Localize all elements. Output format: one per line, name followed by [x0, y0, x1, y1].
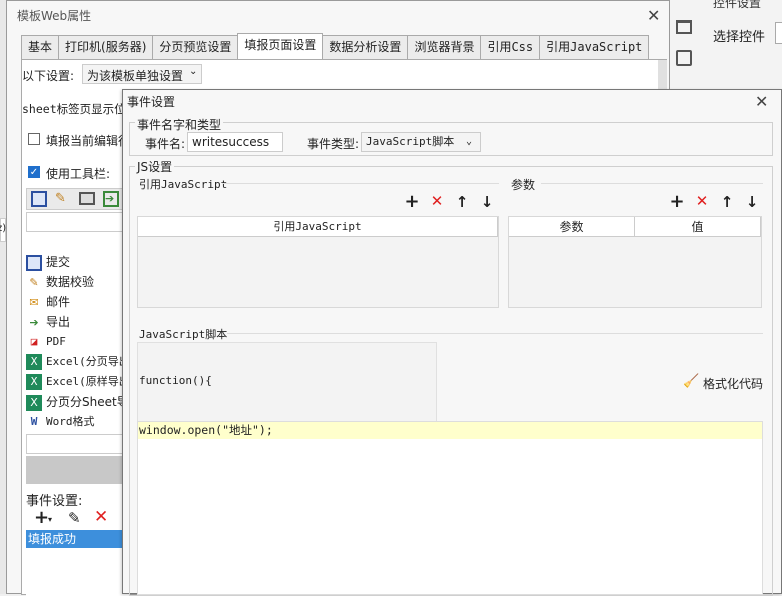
toolbar-item-excel-page[interactable]: X Excel(分页导出 — [26, 352, 130, 372]
broom-icon[interactable]: 🧹 — [683, 374, 699, 389]
excel-icon: X — [26, 394, 42, 411]
control-settings-label: 控件设置 — [713, 0, 762, 10]
sheet-label: sheet标签页显示位 — [22, 102, 126, 116]
tab-page-preview[interactable]: 分页预览设置 — [152, 35, 239, 59]
tab-fill-page[interactable]: 填报页面设置 — [237, 33, 324, 59]
event-type-select[interactable]: JavaScript脚本 ⌄ — [361, 132, 481, 152]
chevron-down-icon: ⌄ — [466, 136, 473, 147]
add-icon[interactable]: + — [669, 193, 685, 211]
chevron-down-icon: ⌄ — [189, 66, 198, 77]
ref-js-col-header: 引用JavaScript — [138, 217, 498, 237]
left-edge-text: z) — [0, 223, 7, 234]
code-line: window.open("地址"); — [138, 422, 762, 439]
toolbar-item-export[interactable]: ➔ 导出 — [26, 312, 70, 332]
excel-icon: X — [26, 354, 42, 370]
divider — [541, 183, 763, 184]
toolbar-list-footer — [26, 456, 130, 484]
ref-js-table[interactable]: 引用JavaScript — [137, 216, 499, 308]
params-table[interactable]: 参数 值 — [508, 216, 762, 308]
tab-data-analysis[interactable]: 数据分析设置 — [322, 35, 409, 59]
arrow-down-icon[interactable]: ↓ — [744, 194, 760, 210]
arrow-down-icon[interactable]: ↓ — [479, 194, 495, 210]
print-icon[interactable] — [79, 192, 95, 205]
toolbar-list-blank — [26, 434, 130, 454]
delete-icon[interactable]: ✕ — [694, 193, 710, 209]
word-icon: W — [30, 415, 38, 428]
tab-basic[interactable]: 基本 — [21, 35, 60, 59]
save-icon[interactable] — [31, 191, 47, 207]
name-type-group-label: 事件名字和类型 — [135, 116, 224, 133]
toolbar-item-mail[interactable]: ✉ 邮件 — [26, 292, 70, 312]
export-icon[interactable]: ➔ — [103, 191, 119, 207]
use-toolbar-label: 使用工具栏: — [46, 167, 111, 181]
settings-icon[interactable] — [676, 50, 692, 66]
event-name-label: 事件名: — [145, 137, 186, 151]
use-toolbar-checkbox[interactable]: ✓ — [28, 166, 40, 178]
params-label: 参数 — [511, 178, 536, 192]
edit-icon[interactable]: ✎ — [55, 191, 71, 207]
event-name-input[interactable]: writesuccess — [187, 132, 283, 152]
fill-current-label: 填报当前编辑行 — [46, 134, 131, 148]
save-icon — [26, 254, 42, 271]
delete-icon[interactable]: ✕ — [429, 193, 445, 209]
dialog-title: 模板Web属性 — [17, 9, 92, 23]
function-header: function(){ — [139, 374, 212, 387]
toolbar-preview: ✎ ➔ — [26, 188, 130, 210]
select-control-label: 选择控件 — [713, 30, 766, 45]
fill-current-checkbox[interactable] — [28, 133, 40, 145]
export-icon: ➔ — [29, 315, 39, 329]
arrow-up-icon[interactable]: ↑ — [719, 194, 735, 210]
pdf-icon: ◪ — [30, 335, 38, 348]
event-list-item[interactable]: 填报成功 — [26, 530, 130, 548]
toolbar-blank-row — [26, 212, 130, 232]
select-control-dropdown[interactable] — [775, 22, 782, 44]
settings-select[interactable]: 为该模板单独设置 ⌄ — [82, 64, 202, 84]
toolbar-item-word[interactable]: W Word格式 — [26, 412, 95, 432]
pencil-icon[interactable]: ✎ — [68, 510, 81, 526]
pencil-icon: ✎ — [29, 275, 39, 289]
tab-browser-bg[interactable]: 浏览器背景 — [407, 35, 482, 59]
mail-icon: ✉ — [29, 295, 39, 309]
tab-ref-js[interactable]: 引用JavaScript — [539, 35, 650, 59]
tab-bar: 基本 打印机(服务器) 分页预览设置 填报页面设置 数据分析设置 浏览器背景 引… — [21, 33, 650, 59]
event-settings-dialog: 事件设置 ✕ 事件名字和类型 事件名: writesuccess 事件类型: J… — [122, 89, 782, 596]
divider — [227, 333, 763, 334]
chevron-down-icon[interactable]: ▾ — [48, 515, 52, 524]
tab-printer[interactable]: 打印机(服务器) — [58, 35, 154, 59]
add-icon[interactable]: + — [404, 193, 420, 211]
layout-icon[interactable] — [676, 20, 692, 34]
event-list-body — [26, 548, 130, 596]
settings-label: 以下设置: — [22, 69, 75, 83]
toolbar-item-sheet-export[interactable]: X 分页分Sheet导 — [26, 392, 129, 412]
toolbar-item-submit[interactable]: 提交 — [26, 252, 70, 272]
delete-icon[interactable]: ✕ — [94, 508, 108, 526]
toolbar-item-excel-original[interactable]: X Excel(原样导出 — [26, 372, 130, 392]
tab-ref-css[interactable]: 引用Css — [480, 35, 541, 59]
value-col-header: 值 — [635, 217, 761, 237]
toolbar-item-validate[interactable]: ✎ 数据校验 — [26, 272, 94, 292]
toolbar-item-pdf[interactable]: ◪ PDF — [26, 332, 66, 352]
event-dialog-title: 事件设置 — [127, 95, 176, 109]
add-icon[interactable]: + — [34, 509, 49, 527]
script-label: JavaScript脚本 — [139, 326, 230, 342]
format-code-button[interactable]: 格式化代码 — [703, 375, 763, 392]
code-editor[interactable]: window.open("地址"); — [137, 421, 763, 595]
divider — [223, 183, 499, 184]
param-col-header: 参数 — [509, 217, 635, 237]
excel-icon: X — [26, 374, 42, 390]
js-settings-group-label: JS设置 — [135, 158, 175, 175]
arrow-up-icon[interactable]: ↑ — [454, 194, 470, 210]
close-icon[interactable]: ✕ — [755, 94, 768, 110]
event-type-label: 事件类型: — [307, 137, 360, 151]
close-icon[interactable]: ✕ — [647, 8, 660, 24]
ref-js-label: 引用JavaScript — [139, 176, 230, 192]
side-icon-strip — [670, 16, 698, 76]
